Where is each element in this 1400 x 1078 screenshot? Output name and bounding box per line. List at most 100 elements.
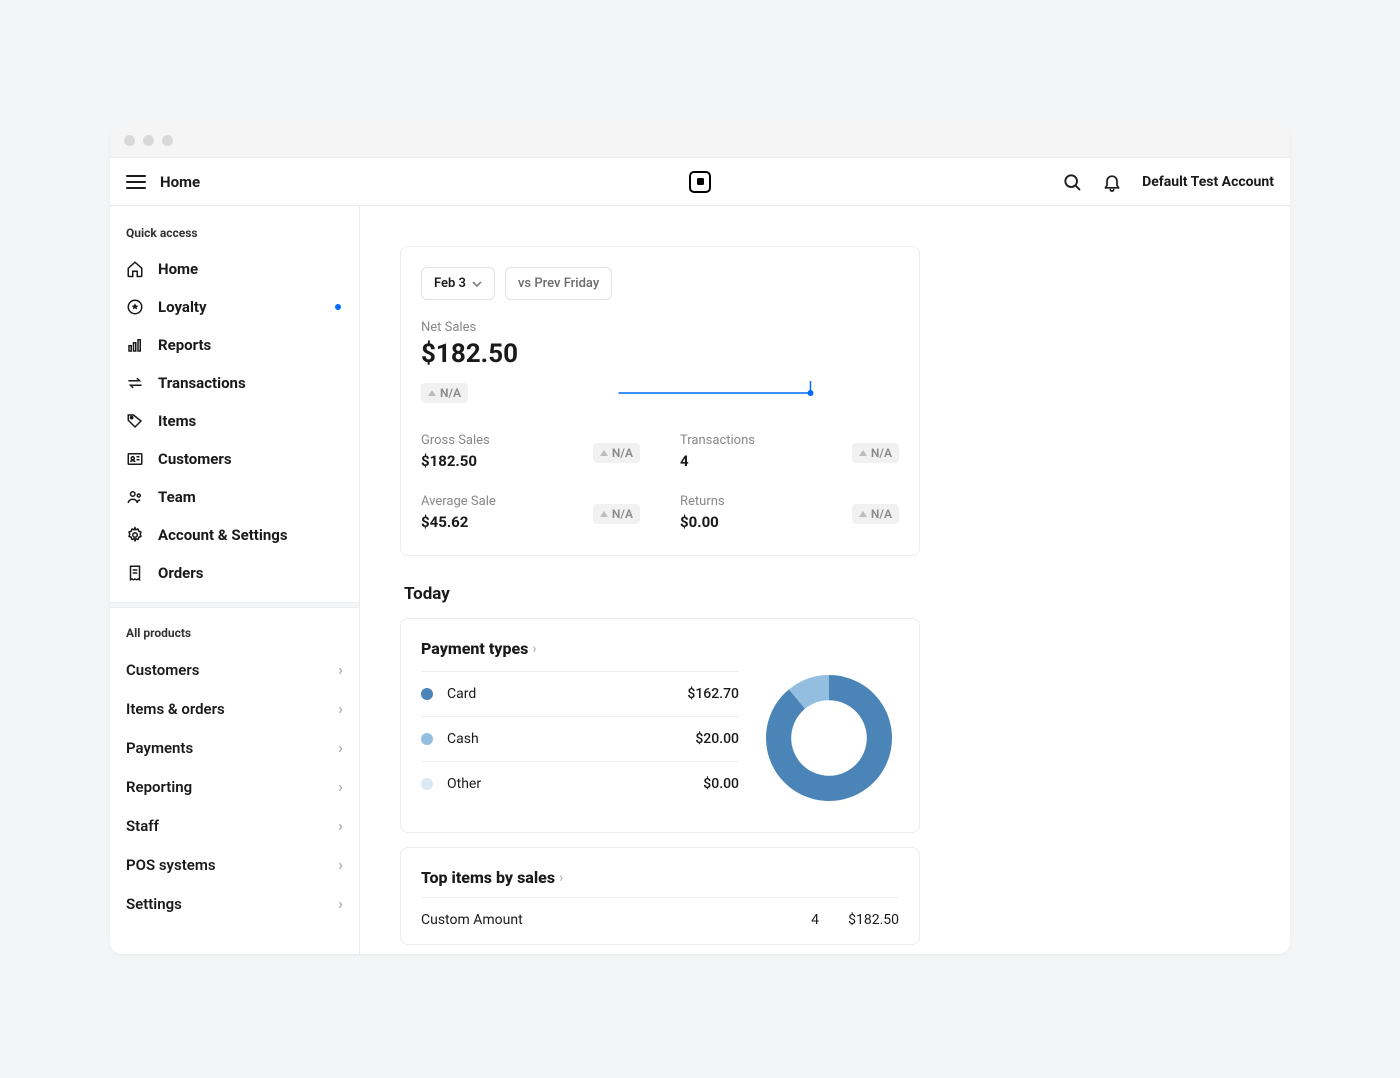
legend-dot-icon	[421, 733, 433, 745]
sidebar-divider	[110, 602, 359, 608]
top-item-qty: 4	[779, 912, 819, 928]
payment-type-row: Card $162.70	[421, 671, 739, 716]
sidebar-all-payments[interactable]: Payments ›	[110, 728, 359, 767]
search-icon[interactable]	[1062, 172, 1082, 192]
chevron-right-icon: ›	[338, 816, 343, 835]
top-item-name: Custom Amount	[421, 912, 779, 928]
team-icon	[126, 488, 144, 506]
payment-type-value: $162.70	[687, 686, 739, 702]
chevron-right-icon: ›	[338, 855, 343, 874]
top-items-card: Top items by sales › Custom Amount 4 $18…	[400, 847, 920, 945]
chevron-right-icon: ›	[338, 777, 343, 796]
sidebar-item-orders[interactable]: Orders	[110, 554, 359, 592]
window-close-dot[interactable]	[124, 135, 135, 146]
net-sales-sparkline	[538, 363, 899, 403]
top-item-row: Custom Amount 4 $182.50	[421, 897, 899, 928]
sidebar-item-label: Customers	[158, 450, 232, 468]
window-titlebar	[110, 124, 1290, 158]
legend-dot-icon	[421, 688, 433, 700]
sales-summary-card: Feb 3 vs Prev Friday Net Sales $182.50	[400, 246, 920, 556]
sidebar-item-items[interactable]: Items	[110, 402, 359, 440]
payment-types-donut-chart	[759, 668, 899, 808]
loyalty-icon	[126, 298, 144, 316]
payment-type-row: Other $0.00	[421, 761, 739, 806]
triangle-up-icon	[428, 390, 436, 396]
triangle-up-icon	[859, 511, 867, 517]
bell-icon[interactable]	[1102, 172, 1122, 192]
sidebar-item-transactions[interactable]: Transactions	[110, 364, 359, 402]
sidebar-item-label: Team	[158, 488, 196, 506]
chevron-right-icon: ›	[532, 641, 536, 657]
metric-delta-badge: N/A	[852, 443, 899, 463]
sidebar: Quick access Home Loyalty Reports Transa…	[110, 206, 360, 954]
compare-label: vs Prev Friday	[518, 276, 599, 291]
sidebar-item-label: Loyalty	[158, 298, 207, 316]
payment-types-header[interactable]: Payment types ›	[421, 639, 899, 658]
payment-type-name: Cash	[447, 731, 695, 747]
hamburger-icon[interactable]	[126, 171, 146, 193]
payment-types-list: Card $162.70 Cash $20.00 Other	[421, 671, 739, 806]
payment-type-value: $20.00	[695, 731, 739, 747]
sidebar-item-account-settings[interactable]: Account & Settings	[110, 516, 359, 554]
sidebar-item-customers[interactable]: Customers	[110, 440, 359, 478]
sidebar-item-label: Home	[158, 260, 198, 278]
sidebar-item-loyalty[interactable]: Loyalty	[110, 288, 359, 326]
sidebar-item-label: Items & orders	[126, 700, 225, 718]
id-card-icon	[126, 450, 144, 468]
metric-delta-badge: N/A	[593, 504, 640, 524]
sidebar-item-label: Account & Settings	[158, 526, 288, 544]
date-picker-button[interactable]: Feb 3	[421, 267, 495, 300]
sidebar-all-items-orders[interactable]: Items & orders ›	[110, 689, 359, 728]
sidebar-all-staff[interactable]: Staff ›	[110, 806, 359, 845]
sidebar-all-settings[interactable]: Settings ›	[110, 884, 359, 923]
sidebar-item-label: POS systems	[126, 856, 216, 874]
sidebar-item-reports[interactable]: Reports	[110, 326, 359, 364]
metric-gross-sales: Gross Sales $182.50 N/A	[421, 433, 640, 470]
top-items-header[interactable]: Top items by sales ›	[421, 868, 899, 887]
window-min-dot[interactable]	[143, 135, 154, 146]
sidebar-all-title: All products	[110, 626, 359, 650]
sidebar-item-label: Transactions	[158, 374, 246, 392]
gear-icon	[126, 526, 144, 544]
sidebar-all-pos[interactable]: POS systems ›	[110, 845, 359, 884]
metric-transactions: Transactions 4 N/A	[680, 433, 899, 470]
topbar: Home Default Test Account	[110, 158, 1290, 206]
sidebar-quick-title: Quick access	[110, 226, 359, 250]
top-items-title: Top items by sales	[421, 868, 555, 887]
sidebar-all-reporting[interactable]: Reporting ›	[110, 767, 359, 806]
chevron-right-icon: ›	[338, 738, 343, 757]
home-icon	[126, 260, 144, 278]
payment-types-card: Payment types › Card $162.70	[400, 618, 920, 833]
tag-icon	[126, 412, 144, 430]
top-item-value: $182.50	[819, 912, 899, 928]
receipt-icon	[126, 564, 144, 582]
triangle-up-icon	[600, 450, 608, 456]
compare-chip: vs Prev Friday	[505, 267, 612, 300]
sidebar-item-label: Reports	[158, 336, 211, 354]
sidebar-item-label: Payments	[126, 739, 193, 757]
metric-average-sale: Average Sale $45.62 N/A	[421, 494, 640, 531]
page-title: Home	[160, 173, 200, 191]
triangle-up-icon	[600, 511, 608, 517]
payment-type-name: Other	[447, 776, 703, 792]
net-sales-value: $182.50	[421, 339, 518, 369]
chevron-right-icon: ›	[559, 870, 563, 886]
sidebar-item-label: Customers	[126, 661, 199, 679]
sidebar-all-customers[interactable]: Customers ›	[110, 650, 359, 689]
payment-type-value: $0.00	[703, 776, 739, 792]
date-label: Feb 3	[434, 276, 466, 291]
payment-types-title: Payment types	[421, 639, 528, 658]
transactions-icon	[126, 374, 144, 392]
account-name[interactable]: Default Test Account	[1142, 174, 1274, 190]
chevron-right-icon: ›	[338, 660, 343, 679]
sidebar-item-label: Staff	[126, 817, 159, 835]
sidebar-item-team[interactable]: Team	[110, 478, 359, 516]
square-logo-icon[interactable]	[689, 171, 711, 193]
sidebar-item-label: Orders	[158, 564, 203, 582]
indicator-dot-icon	[335, 304, 341, 310]
sidebar-item-label: Reporting	[126, 778, 192, 796]
today-title: Today	[404, 584, 920, 604]
sidebar-item-home[interactable]: Home	[110, 250, 359, 288]
window-max-dot[interactable]	[162, 135, 173, 146]
main-content: Feb 3 vs Prev Friday Net Sales $182.50	[360, 206, 1290, 954]
